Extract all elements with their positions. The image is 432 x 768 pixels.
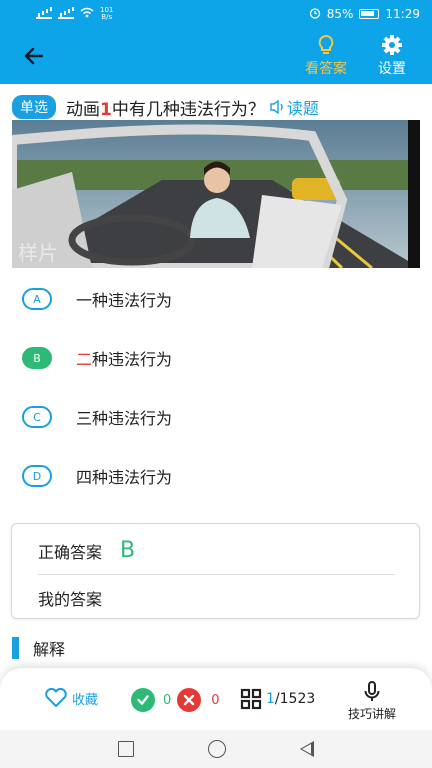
favorite-label: 收藏 <box>72 692 99 708</box>
show-answer-label: 看答案 <box>305 61 347 77</box>
system-nav-bar <box>0 730 432 768</box>
option-b[interactable]: B 二种违法行为 <box>22 343 402 373</box>
question-number: 1 <box>100 99 112 120</box>
progress-total: /1523 <box>274 691 316 707</box>
option-c-text: 三种违法行为 <box>76 405 172 429</box>
option-d-text: 四种违法行为 <box>76 464 172 488</box>
battery-icon <box>359 9 380 19</box>
option-b-label: 种违法行为 <box>92 350 173 369</box>
video-scene-image <box>12 120 420 268</box>
heart-icon <box>45 688 67 707</box>
read-question-button[interactable]: 读题 <box>269 95 319 119</box>
option-b-text: 二种违法行为 <box>76 346 172 370</box>
status-right: 85% 11:29 <box>309 7 420 22</box>
option-b-letter: B <box>22 347 52 369</box>
grid-icon <box>240 688 262 710</box>
video-watermark: 样片 <box>18 241 58 265</box>
back-triangle-button[interactable] <box>300 741 314 757</box>
explanation-heading: 解释 <box>12 637 65 659</box>
answer-card-divider <box>38 574 395 575</box>
question-row: 单选 动画1中有几种违法行为？ 读题 <box>12 95 424 120</box>
my-answer-row: 我的答案 <box>38 586 102 610</box>
explanation-title: 解释 <box>33 640 66 659</box>
option-c-label: 三种违法行为 <box>76 409 173 428</box>
cross-icon <box>177 688 202 712</box>
network-speed-unit: B/s <box>101 13 113 21</box>
option-a-text: 一种违法行为 <box>76 287 172 311</box>
question-type-badge: 单选 <box>12 95 56 119</box>
option-d-letter: D <box>22 465 52 487</box>
alarm-icon <box>309 7 321 22</box>
option-a-label: 一种违法行为 <box>76 291 173 310</box>
settings-button[interactable]: 设置 <box>368 34 416 78</box>
bottom-toolbar: 收藏 0 0 1 /1523 技巧讲解 <box>0 668 432 730</box>
correct-count: 0 <box>163 692 172 708</box>
progress-current: 1 <box>266 691 275 707</box>
correct-answer-label: 正确答案 <box>38 542 103 562</box>
option-a[interactable]: A 一种违法行为 <box>22 284 402 314</box>
back-button[interactable] <box>20 42 48 70</box>
microphone-icon <box>364 681 380 701</box>
wifi-icon <box>80 7 94 21</box>
option-b-highlight: 二 <box>76 350 93 369</box>
explanation-accent-bar <box>12 637 19 659</box>
battery-percent: 85% <box>326 7 354 21</box>
read-question-label: 读题 <box>286 99 319 118</box>
signal-icon-2 <box>58 10 74 19</box>
option-c-letter: C <box>22 406 52 428</box>
clock: 11:29 <box>385 7 420 21</box>
home-button[interactable] <box>208 740 226 758</box>
signal-icon <box>36 10 52 19</box>
question-text-before: 动画 <box>66 99 100 120</box>
my-answer-label: 我的答案 <box>38 590 103 609</box>
show-answer-button[interactable]: 看答案 <box>298 34 354 78</box>
option-d[interactable]: D 四种违法行为 <box>22 461 402 491</box>
option-d-label: 四种违法行为 <box>76 468 173 487</box>
answer-stats: 0 0 <box>131 688 220 712</box>
correct-answer-row: 正确答案 B <box>38 538 135 563</box>
lightbulb-icon <box>318 34 334 54</box>
arrow-left-icon <box>24 47 44 65</box>
gear-icon <box>382 35 402 55</box>
question-text-after: 中有几种违法行为？ <box>111 99 265 120</box>
option-a-letter: A <box>22 288 52 310</box>
tips-label: 技巧讲解 <box>347 707 396 721</box>
question-progress-button[interactable]: 1 /1523 <box>240 688 315 710</box>
tips-explanation-button[interactable]: 技巧讲解 <box>340 680 404 722</box>
speaker-icon <box>270 99 283 115</box>
status-bar: 101 B/s 85% 11:29 <box>0 0 432 28</box>
question-video[interactable]: 样片 <box>12 120 420 268</box>
status-left: 101 B/s <box>36 7 113 21</box>
network-speed: 101 B/s <box>100 7 113 21</box>
wrong-count: 0 <box>211 692 220 708</box>
favorite-button[interactable]: 收藏 <box>44 688 98 708</box>
correct-answer-value: B <box>120 538 136 563</box>
question-text: 动画1中有几种违法行为？ <box>66 95 265 120</box>
app-header: 看答案 设置 <box>0 28 432 84</box>
recent-apps-button[interactable] <box>118 741 134 757</box>
answer-card: 正确答案 B 我的答案 <box>11 523 420 619</box>
settings-label: 设置 <box>378 61 406 77</box>
option-c[interactable]: C 三种违法行为 <box>22 402 402 432</box>
check-icon <box>131 688 155 712</box>
